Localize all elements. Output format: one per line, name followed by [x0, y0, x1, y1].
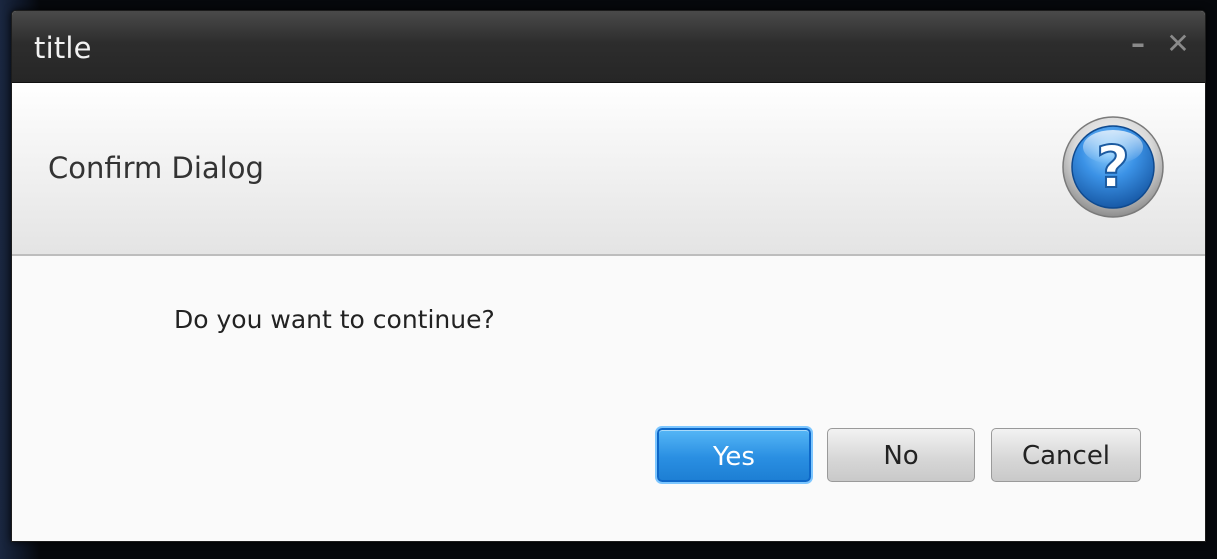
window-controls: – ✕	[1125, 29, 1191, 59]
question-icon: ?	[1062, 116, 1164, 218]
header-text: Confirm Dialog	[48, 151, 264, 185]
window-title: title	[34, 31, 92, 65]
confirm-dialog-window: title – ✕ Confirm Dialog ? Do you want t…	[11, 10, 1206, 542]
no-button[interactable]: No	[827, 428, 975, 482]
desktop-background: title – ✕ Confirm Dialog ? Do you want t…	[0, 0, 1217, 559]
cancel-button[interactable]: Cancel	[991, 428, 1141, 482]
dialog-message: Do you want to continue?	[174, 305, 495, 334]
dialog-header: Confirm Dialog ?	[12, 83, 1205, 256]
close-icon[interactable]: ✕	[1165, 29, 1191, 59]
dialog-content: Do you want to continue? Yes No Cancel	[12, 256, 1205, 541]
question-glyph: ?	[1096, 133, 1130, 201]
title-bar[interactable]: title – ✕	[12, 11, 1205, 83]
minimize-icon[interactable]: –	[1125, 29, 1151, 59]
yes-button[interactable]: Yes	[657, 428, 811, 482]
